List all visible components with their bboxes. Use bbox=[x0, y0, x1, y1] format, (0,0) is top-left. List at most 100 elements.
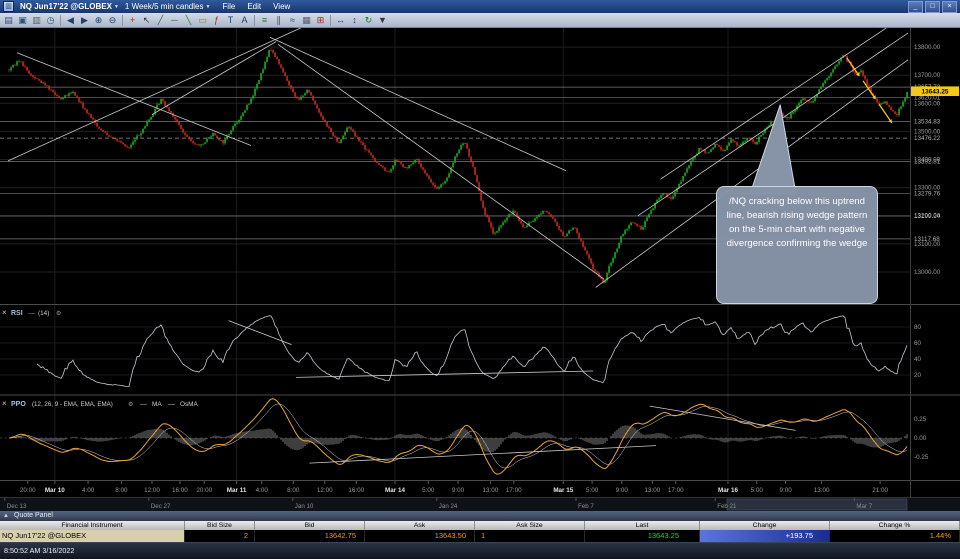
horizontal-line-tool-icon[interactable]: ─ bbox=[168, 14, 181, 27]
col-header-bid[interactable]: Bid bbox=[255, 521, 365, 530]
menu-view[interactable]: View bbox=[273, 2, 290, 11]
svg-text:12:00: 12:00 bbox=[317, 487, 333, 494]
menu-file[interactable]: File bbox=[222, 2, 235, 11]
quote-instrument[interactable]: NQ Jun17'22 @GLOBEX bbox=[0, 530, 185, 542]
quote-change-pct: 1.44% bbox=[830, 530, 960, 542]
maximize-button[interactable]: □ bbox=[925, 0, 940, 13]
svg-text:×: × bbox=[2, 308, 7, 317]
svg-text:20:00: 20:00 bbox=[196, 487, 212, 494]
ppo-close-button[interactable]: × bbox=[2, 399, 7, 408]
svg-text:21:00: 21:00 bbox=[872, 487, 888, 494]
svg-text:60: 60 bbox=[914, 340, 922, 347]
trendline-tool-icon[interactable]: ╱ bbox=[154, 14, 167, 27]
window-controls: _ □ × bbox=[906, 0, 957, 13]
svg-text:13392.81: 13392.81 bbox=[914, 159, 941, 166]
quote-change: +193.75 bbox=[700, 530, 830, 542]
symbol-selector[interactable]: NQ Jun17'22 @GLOBEX ▼ bbox=[20, 2, 119, 11]
svg-text:0.00: 0.00 bbox=[914, 435, 927, 442]
svg-text:PPO: PPO bbox=[11, 401, 26, 408]
svg-text:4:00: 4:00 bbox=[256, 487, 269, 494]
svg-text:9:00: 9:00 bbox=[452, 487, 465, 494]
chart-annotation-callout[interactable]: /NQ cracking below this uptrend line, be… bbox=[716, 186, 878, 304]
svg-text:Mar 14: Mar 14 bbox=[385, 487, 405, 494]
svg-text:Mar 15: Mar 15 bbox=[553, 487, 573, 494]
svg-text:—: — bbox=[168, 401, 175, 408]
rsi-settings-gear-icon[interactable]: ⚙ bbox=[56, 310, 61, 317]
chart-region[interactable]: 13800.00 13700.00 13600.00 13500.00 13400.00… bbox=[0, 28, 960, 511]
quote-ask: 13643.50 bbox=[365, 530, 475, 542]
quote-panel-collapse-icon[interactable]: ▲ bbox=[3, 511, 9, 521]
timeline-visible-window[interactable] bbox=[726, 498, 908, 511]
svg-text:Dec 13: Dec 13 bbox=[7, 503, 27, 510]
line-style-icon[interactable]: ≈ bbox=[286, 14, 299, 27]
svg-text:5:00: 5:00 bbox=[751, 487, 764, 494]
clock-text: 8:50:52 AM 3/16/2022 bbox=[4, 546, 75, 555]
svg-text:Mar 7: Mar 7 bbox=[856, 503, 872, 510]
svg-text:13:00: 13:00 bbox=[814, 487, 830, 494]
quote-bid-size: 2 bbox=[185, 530, 255, 542]
refresh-icon[interactable]: ↻ bbox=[362, 14, 375, 27]
studies-icon[interactable]: ⊞ bbox=[314, 14, 327, 27]
grid-icon[interactable]: ▦ bbox=[300, 14, 313, 27]
scale-vertical-icon[interactable]: ↕ bbox=[348, 14, 361, 27]
svg-text:⚙: ⚙ bbox=[128, 401, 133, 408]
svg-text:Feb 7: Feb 7 bbox=[578, 503, 594, 510]
col-header-financial-instrument[interactable]: Financial Instrument bbox=[0, 521, 185, 530]
zoom-in-icon[interactable]: ⊕ bbox=[92, 14, 105, 27]
tool-dropdown-icon[interactable]: ▼ bbox=[376, 14, 389, 27]
quote-panel-titlebar[interactable]: ▲ Quote Panel bbox=[0, 511, 960, 521]
svg-text:13476.22: 13476.22 bbox=[914, 135, 941, 142]
toolbar-separator bbox=[330, 14, 331, 26]
save-chartbook-icon[interactable]: ▣ bbox=[16, 14, 29, 27]
svg-text:OsMA: OsMA bbox=[180, 401, 198, 408]
svg-text:20:00: 20:00 bbox=[20, 487, 36, 494]
zoom-out-icon[interactable]: ⊖ bbox=[106, 14, 119, 27]
scale-horizontal-icon[interactable]: ↔ bbox=[334, 14, 347, 27]
timeframe-label: 1 Week/5 min candles bbox=[124, 2, 204, 11]
timeframe-selector[interactable]: 1 Week/5 min candles ▼ bbox=[125, 2, 211, 11]
col-header-change-pct[interactable]: Change % bbox=[830, 521, 960, 530]
trading-app-window: ▥ NQ Jun17'22 @GLOBEX ▼ 1 Week/5 min cand… bbox=[0, 0, 960, 559]
quote-row[interactable]: NQ Jun17'22 @GLOBEX 2 13642.75 13643.50 … bbox=[0, 530, 960, 542]
print-icon[interactable]: ▥ bbox=[30, 14, 43, 27]
clock-icon[interactable]: ◷ bbox=[44, 14, 57, 27]
ppo-settings-gear-icon[interactable]: ⚙ bbox=[128, 401, 133, 408]
svg-text:0.25: 0.25 bbox=[914, 416, 927, 423]
crosshair-icon[interactable]: + bbox=[126, 14, 139, 27]
svg-text:5:00: 5:00 bbox=[422, 487, 435, 494]
app-icon: ▥ bbox=[3, 1, 14, 12]
fibonacci-tool-icon[interactable]: ƒ bbox=[210, 14, 223, 27]
ray-tool-icon[interactable]: ╲ bbox=[182, 14, 195, 27]
col-header-bid-size[interactable]: Bid Size bbox=[185, 521, 255, 530]
col-header-last[interactable]: Last bbox=[585, 521, 700, 530]
prev-chart-icon[interactable]: ◀ bbox=[64, 14, 77, 27]
col-header-ask[interactable]: Ask bbox=[365, 521, 475, 530]
svg-text:(12, 26, 9 - EMA, EMA, EMA): (12, 26, 9 - EMA, EMA, EMA) bbox=[32, 401, 113, 408]
svg-text:Mar 10: Mar 10 bbox=[45, 487, 65, 494]
col-header-change[interactable]: Change bbox=[700, 521, 830, 530]
svg-text:13800.00: 13800.00 bbox=[914, 44, 941, 51]
svg-text:5:00: 5:00 bbox=[586, 487, 599, 494]
open-chartbook-icon[interactable]: ▤ bbox=[2, 14, 15, 27]
svg-text:17:00: 17:00 bbox=[668, 487, 684, 494]
bar-style-icon[interactable]: ∥ bbox=[272, 14, 285, 27]
svg-text:13117.68: 13117.68 bbox=[914, 236, 940, 243]
pointer-icon[interactable]: ↖ bbox=[140, 14, 153, 27]
svg-text:13534.83: 13534.83 bbox=[914, 119, 941, 126]
close-button[interactable]: × bbox=[942, 0, 957, 13]
rsi-close-button[interactable]: × bbox=[2, 308, 7, 317]
rectangle-tool-icon[interactable]: ▭ bbox=[196, 14, 209, 27]
symbol-caret-icon: ▼ bbox=[113, 4, 119, 10]
next-chart-icon[interactable]: ▶ bbox=[78, 14, 91, 27]
minimize-button[interactable]: _ bbox=[908, 0, 923, 13]
text-tool-icon[interactable]: T bbox=[224, 14, 237, 27]
svg-text:9:00: 9:00 bbox=[616, 487, 629, 494]
candlestick-style-icon[interactable]: ≡ bbox=[258, 14, 271, 27]
callout-tool-icon[interactable]: A bbox=[238, 14, 251, 27]
col-header-ask-size[interactable]: Ask Size bbox=[475, 521, 585, 530]
quote-panel-header-row: Financial Instrument Bid Size Bid Ask As… bbox=[0, 521, 960, 530]
svg-text:4:00: 4:00 bbox=[82, 487, 95, 494]
menu-edit[interactable]: Edit bbox=[247, 2, 261, 11]
svg-text:16:00: 16:00 bbox=[172, 487, 188, 494]
svg-text:—: — bbox=[140, 401, 147, 408]
